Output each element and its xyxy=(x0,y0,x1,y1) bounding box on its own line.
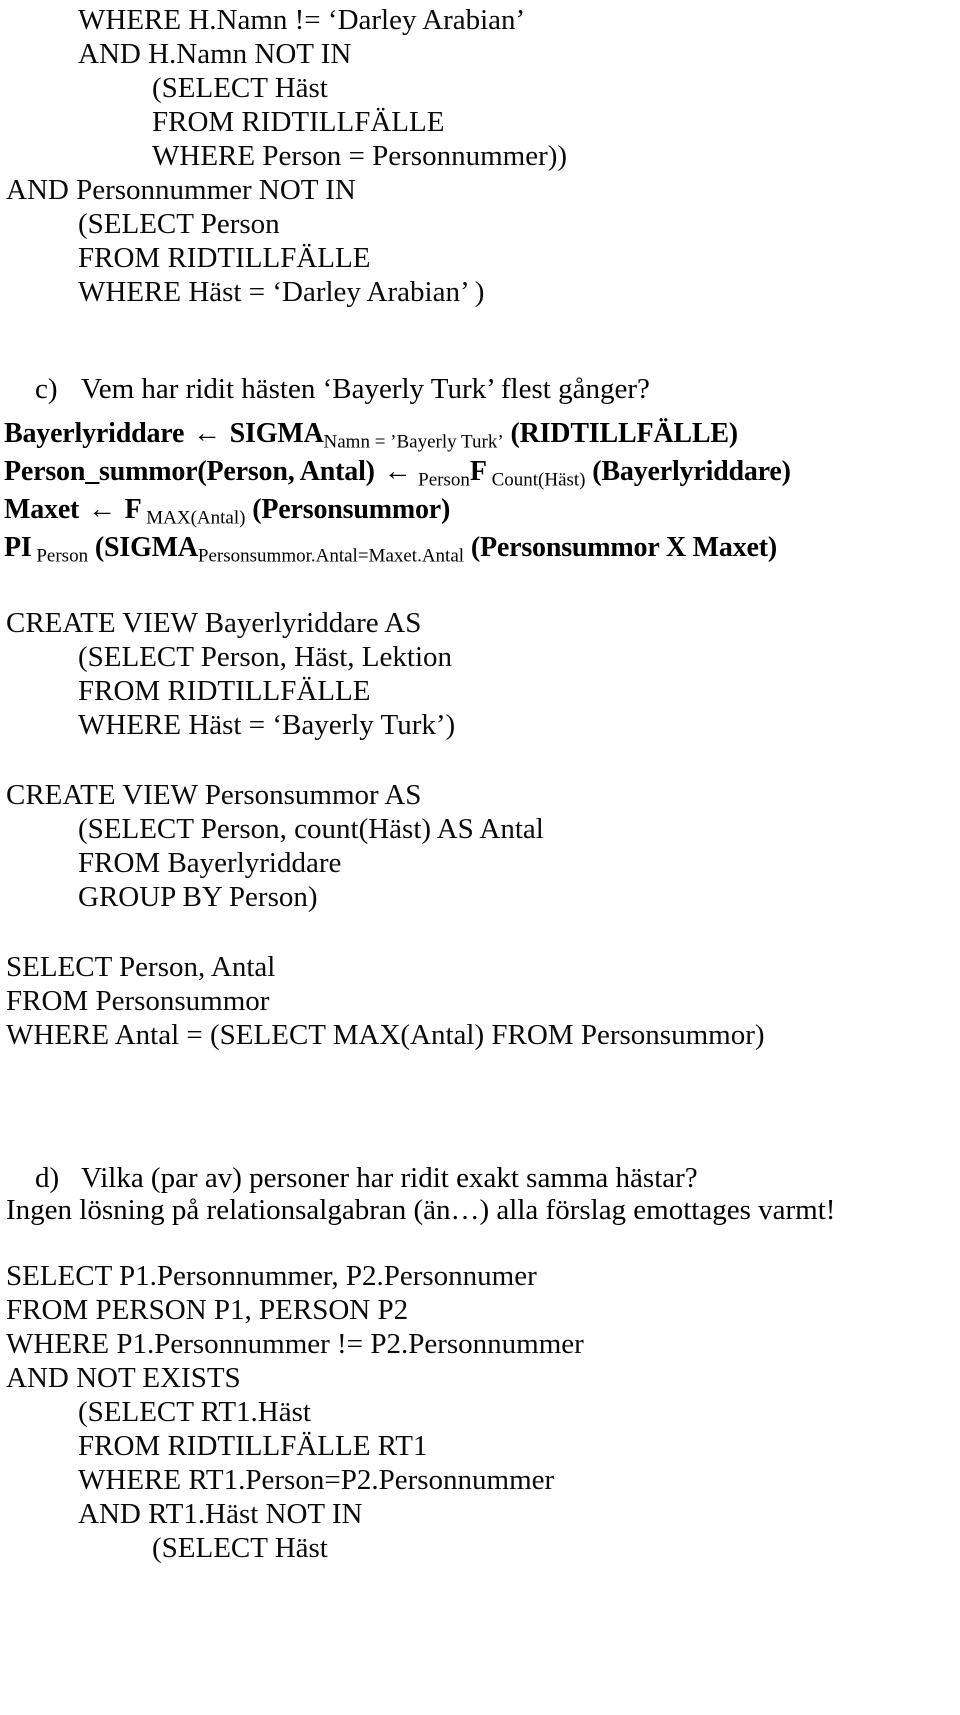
sql-code-line: FROM RIDTILLFÄLLE xyxy=(78,242,371,274)
sql-code-line: AND NOT EXISTS xyxy=(6,1362,241,1394)
sql-code-line: FROM Bayerlyriddare xyxy=(78,847,342,879)
sql-code-line: AND Personnummer NOT IN xyxy=(6,174,356,206)
ra-pi-seg-main: (SIGMA xyxy=(88,532,198,563)
question-d-marker: d) xyxy=(35,1162,60,1194)
document-page: WHERE H.Namn != ‘Darley Arabian’ AND H.Na… xyxy=(0,0,960,1715)
sql-code-line: CREATE VIEW Bayerlyriddare AS xyxy=(6,607,422,639)
sql-code-line: WHERE RT1.Person=P2.Personnummer xyxy=(78,1464,555,1496)
sql-code-line: FROM RIDTILLFÄLLE RT1 xyxy=(78,1430,428,1462)
ra-person-summor-seg-sub: Count(Häst) xyxy=(486,469,586,491)
sql-code-line: SELECT Person, Antal xyxy=(6,951,276,983)
ra-person-summor-seg-arrow: ← xyxy=(383,456,412,487)
sql-code-line: WHERE Antal = (SELECT MAX(Antal) FROM Pe… xyxy=(6,1019,765,1051)
ra-pi-seg-sub: Person xyxy=(31,545,89,567)
ra-bayerlyriddare-seg-arrow: ← xyxy=(193,418,221,449)
sql-code-line: WHERE Häst = ‘Darley Arabian’ ) xyxy=(78,276,485,308)
ra-maxet-seg-main: Maxet xyxy=(4,494,86,525)
ra-bayerlyriddare-seg-main: (RIDTILLFÄLLE) xyxy=(503,418,738,449)
question-c-marker: c) xyxy=(35,373,58,405)
note-no-relational-algebra-solution: Ingen lösning på relationsalgabran (än…)… xyxy=(6,1194,836,1226)
sql-code-line: FROM RIDTILLFÄLLE xyxy=(78,675,371,707)
ra-bayerlyriddare: Bayerlyriddare ← SIGMANamn = ’Bayerly Tu… xyxy=(4,417,738,460)
ra-maxet-seg-main: F xyxy=(117,494,142,525)
question-c-text: Vem har ridit hästen ‘Bayerly Turk’ fles… xyxy=(81,373,650,405)
ra-person-summor-seg-main: (Bayerlyriddare) xyxy=(585,456,791,487)
ra-person-summor: Person_summor(Person, Antal) ← PersonF C… xyxy=(4,455,791,498)
ra-bayerlyriddare-seg-sub: Namn = ’Bayerly Turk’ xyxy=(323,431,504,453)
sql-code-line: WHERE Häst = ‘Bayerly Turk’) xyxy=(78,709,456,741)
ra-pi-seg-sub: Personsummor.Antal=Maxet.Antal xyxy=(197,545,465,567)
sql-code-line: (SELECT Häst xyxy=(152,1532,328,1564)
ra-maxet-seg-main: (Personsummor) xyxy=(245,494,451,525)
ra-person-summor-seg-main: F xyxy=(469,456,487,487)
sql-code-line: WHERE Person = Personnummer)) xyxy=(152,140,568,172)
ra-bayerlyriddare-seg-main: SIGMA xyxy=(222,418,324,449)
sql-code-line: FROM RIDTILLFÄLLE xyxy=(152,106,445,138)
ra-person-summor-seg-main: Person_summor(Person, Antal) xyxy=(4,456,382,487)
ra-pi-seg-main: PI xyxy=(4,532,32,563)
ra-person-summor-seg-sub: Person xyxy=(413,469,470,491)
sql-code-line: (SELECT Person, count(Häst) AS Antal xyxy=(78,813,544,845)
sql-code-line: GROUP BY Person) xyxy=(78,881,318,913)
sql-code-line: AND H.Namn NOT IN xyxy=(78,38,352,70)
sql-code-line: SELECT P1.Personnummer, P2.Personnumer xyxy=(6,1260,537,1292)
sql-code-line: (SELECT Häst xyxy=(152,72,328,104)
sql-code-line: (SELECT Person xyxy=(78,208,280,240)
sql-code-line: AND RT1.Häst NOT IN xyxy=(78,1498,363,1530)
sql-code-line: (SELECT Person, Häst, Lektion xyxy=(78,641,453,673)
ra-maxet-seg-sub: MAX(Antal) xyxy=(141,507,246,529)
sql-code-line: FROM PERSON P1, PERSON P2 xyxy=(6,1294,409,1326)
ra-maxet-seg-arrow: ← xyxy=(87,494,116,525)
ra-pi-seg-main: (Personsummor X Maxet) xyxy=(464,532,777,563)
sql-code-line: FROM Personsummor xyxy=(6,985,270,1017)
sql-code-line: WHERE H.Namn != ‘Darley Arabian’ xyxy=(78,4,526,36)
sql-code-line: (SELECT RT1.Häst xyxy=(78,1396,311,1428)
ra-maxet: Maxet ← F MAX(Antal) (Personsummor) xyxy=(4,493,450,536)
sql-code-line: WHERE P1.Personnummer != P2.Personnummer xyxy=(6,1328,584,1360)
ra-pi: PI Person (SIGMAPersonsummor.Antal=Maxet… xyxy=(4,531,777,574)
ra-bayerlyriddare-seg-main: Bayerlyriddare xyxy=(4,418,192,449)
question-d-text: Vilka (par av) personer har ridit exakt … xyxy=(81,1162,698,1194)
sql-code-line: CREATE VIEW Personsummor AS xyxy=(6,779,422,811)
